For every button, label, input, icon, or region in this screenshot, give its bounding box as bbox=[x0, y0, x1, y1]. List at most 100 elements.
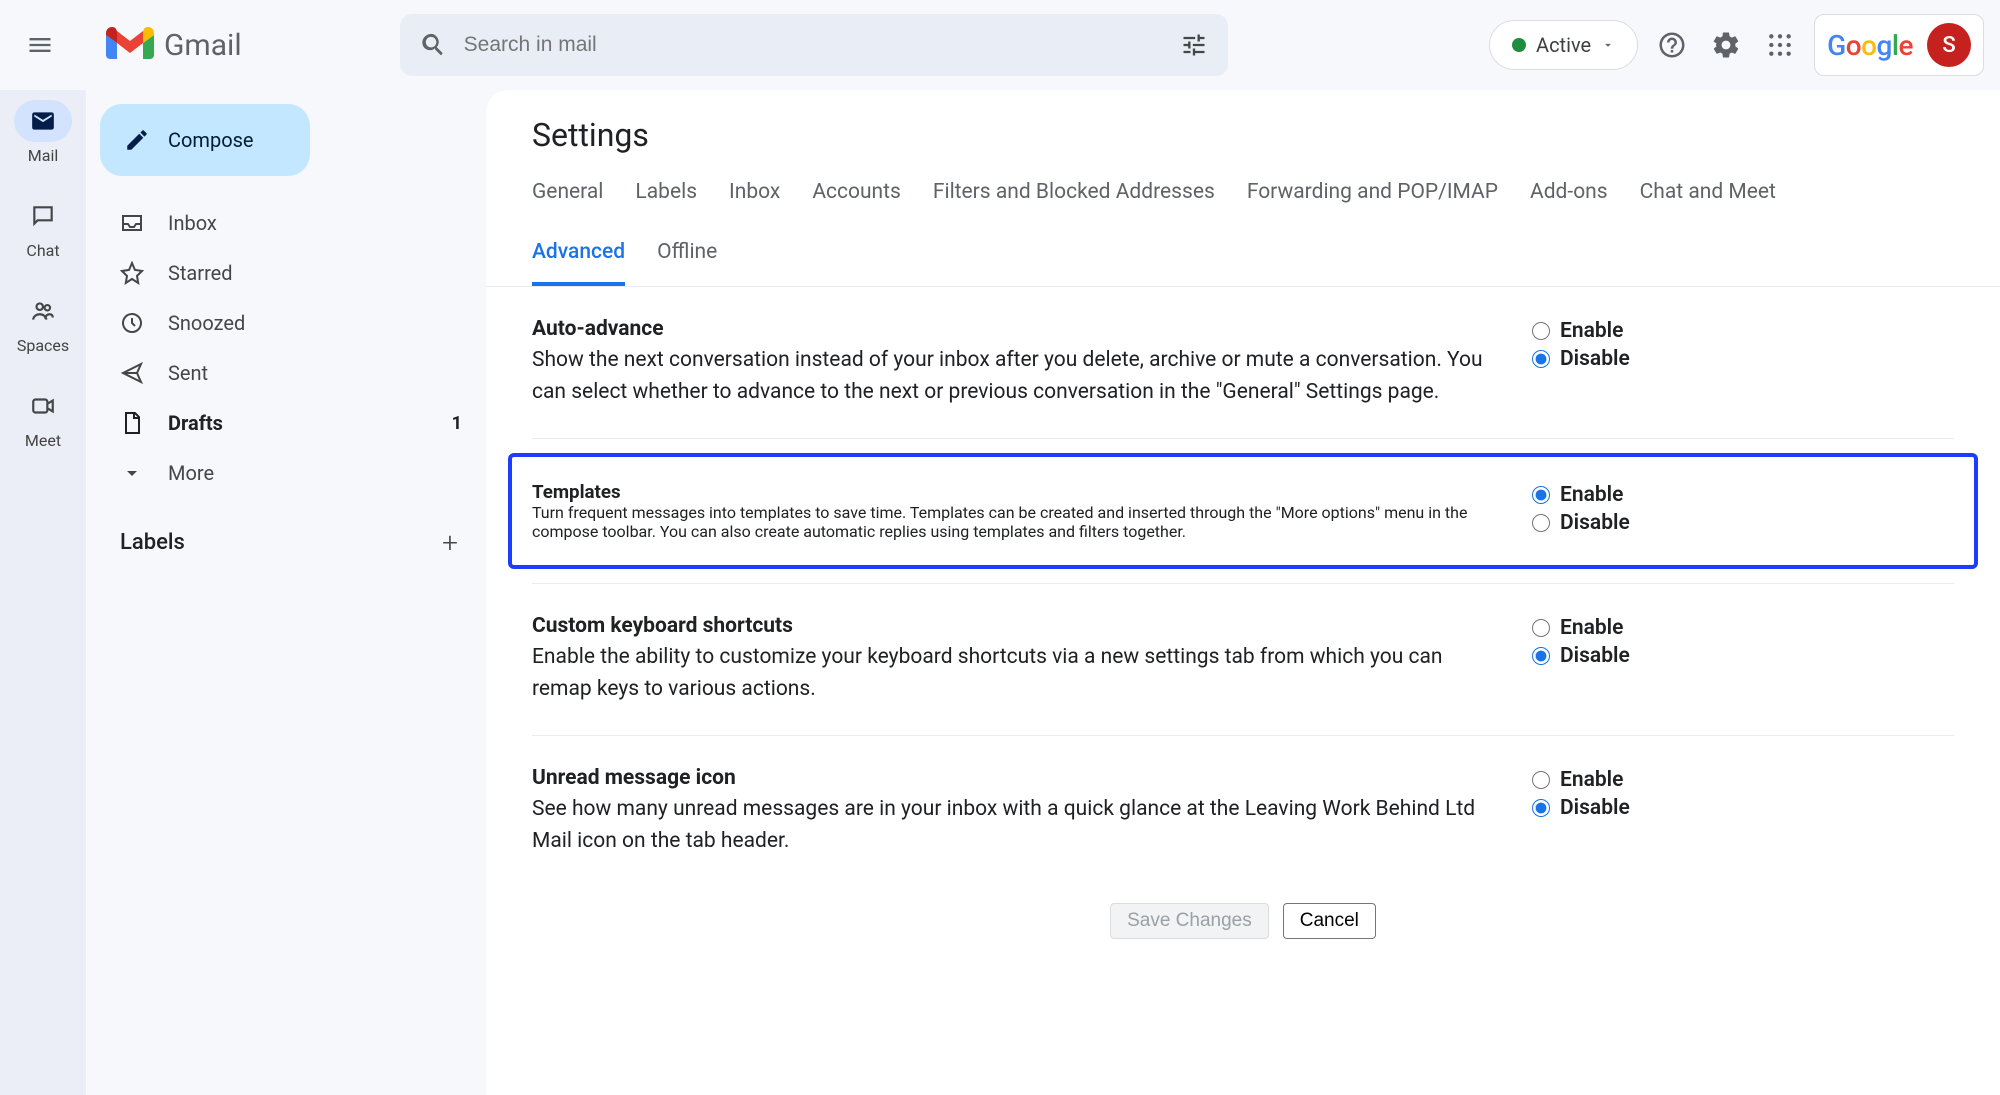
compose-label: Compose bbox=[168, 128, 254, 152]
save-button: Save Changes bbox=[1110, 903, 1269, 939]
avatar[interactable]: S bbox=[1927, 23, 1971, 67]
gmail-logo[interactable]: Gmail bbox=[106, 27, 242, 63]
page-title: Settings bbox=[532, 116, 1954, 154]
setting-unread-icon: Unread message icon See how many unread … bbox=[532, 736, 1954, 887]
rail-item-chat[interactable]: Chat bbox=[14, 195, 72, 260]
enable-option[interactable]: Enable bbox=[1532, 483, 1732, 507]
sidebar-item-starred[interactable]: Starred bbox=[100, 248, 486, 298]
nav-label: Sent bbox=[168, 361, 208, 385]
apps-button[interactable] bbox=[1760, 25, 1800, 65]
sidebar-item-more[interactable]: More bbox=[100, 448, 486, 498]
rail-label: Chat bbox=[26, 241, 59, 260]
setting-desc: Show the next conversation instead of yo… bbox=[532, 345, 1492, 408]
main-menu-button[interactable] bbox=[16, 21, 64, 69]
apps-grid-icon bbox=[1767, 32, 1793, 58]
setting-custom-shortcuts: Custom keyboard shortcuts Enable the abi… bbox=[532, 583, 1954, 736]
disable-radio[interactable] bbox=[1532, 514, 1550, 532]
settings-button[interactable] bbox=[1706, 25, 1746, 65]
cancel-button[interactable]: Cancel bbox=[1283, 903, 1376, 939]
search-icon bbox=[420, 31, 448, 59]
mail-icon bbox=[30, 108, 56, 134]
settings-tabs-row2: Advanced Offline bbox=[532, 240, 1954, 286]
enable-option[interactable]: Enable bbox=[1532, 768, 1732, 792]
setting-auto-advance: Auto-advance Show the next conversation … bbox=[532, 287, 1954, 439]
draft-icon bbox=[120, 411, 144, 435]
chat-icon bbox=[30, 203, 56, 229]
search-input[interactable] bbox=[464, 33, 1180, 57]
enable-radio[interactable] bbox=[1532, 322, 1550, 340]
status-dot-icon bbox=[1512, 38, 1526, 52]
enable-radio[interactable] bbox=[1532, 486, 1550, 504]
disable-radio[interactable] bbox=[1532, 799, 1550, 817]
tab-chat-meet[interactable]: Chat and Meet bbox=[1640, 180, 1776, 222]
rail-label: Spaces bbox=[17, 336, 69, 355]
enable-option[interactable]: Enable bbox=[1532, 319, 1732, 343]
compose-button[interactable]: Compose bbox=[100, 104, 310, 176]
meet-icon bbox=[30, 393, 56, 419]
tab-forwarding[interactable]: Forwarding and POP/IMAP bbox=[1247, 180, 1498, 222]
disable-option[interactable]: Disable bbox=[1532, 347, 1732, 371]
setting-desc: See how many unread messages are in your… bbox=[532, 794, 1492, 857]
setting-templates: Templates Turn frequent messages into te… bbox=[508, 453, 1978, 569]
setting-title: Custom keyboard shortcuts bbox=[532, 614, 1492, 638]
tab-accounts[interactable]: Accounts bbox=[812, 180, 901, 222]
sidebar-item-drafts[interactable]: Drafts 1 bbox=[100, 398, 486, 448]
pencil-icon bbox=[124, 127, 150, 153]
nav-label: Inbox bbox=[168, 211, 217, 235]
spaces-icon bbox=[30, 298, 56, 324]
disable-option[interactable]: Disable bbox=[1532, 511, 1732, 535]
header: Gmail Active Google S bbox=[0, 0, 2000, 90]
enable-radio[interactable] bbox=[1532, 619, 1550, 637]
tab-offline[interactable]: Offline bbox=[657, 240, 717, 286]
rail-item-meet[interactable]: Meet bbox=[14, 385, 72, 450]
google-account[interactable]: Google S bbox=[1814, 14, 1984, 76]
tune-icon[interactable] bbox=[1180, 31, 1208, 59]
enable-option[interactable]: Enable bbox=[1532, 616, 1732, 640]
setting-title: Auto-advance bbox=[532, 317, 1492, 341]
inbox-icon bbox=[120, 211, 144, 235]
tab-inbox[interactable]: Inbox bbox=[729, 180, 780, 222]
sidebar-item-snoozed[interactable]: Snoozed bbox=[100, 298, 486, 348]
settings-tabs-row1: General Labels Inbox Accounts Filters an… bbox=[532, 180, 1954, 222]
rail-label: Meet bbox=[25, 431, 61, 450]
setting-title: Unread message icon bbox=[532, 766, 1492, 790]
main-content: Settings General Labels Inbox Accounts F… bbox=[486, 90, 2000, 1095]
tab-labels[interactable]: Labels bbox=[635, 180, 697, 222]
hamburger-icon bbox=[26, 31, 54, 59]
labels-header: Labels + bbox=[100, 498, 486, 559]
tab-addons[interactable]: Add-ons bbox=[1530, 180, 1608, 222]
star-icon bbox=[120, 261, 144, 285]
status-label: Active bbox=[1536, 33, 1591, 57]
drafts-count: 1 bbox=[452, 413, 462, 434]
setting-title: Templates bbox=[532, 481, 1492, 503]
add-label-button[interactable]: + bbox=[442, 526, 458, 559]
setting-desc: Turn frequent messages into templates to… bbox=[532, 503, 1492, 541]
chevron-down-icon bbox=[120, 461, 144, 485]
chevron-down-icon bbox=[1601, 38, 1615, 52]
app-rail: Mail Chat Spaces Meet bbox=[0, 90, 86, 1095]
tab-general[interactable]: General bbox=[532, 180, 603, 222]
sidebar: Compose Inbox Starred Snoozed Sent Draft… bbox=[86, 90, 486, 1095]
sidebar-item-inbox[interactable]: Inbox bbox=[100, 198, 486, 248]
nav-label: Snoozed bbox=[168, 311, 245, 335]
tab-advanced[interactable]: Advanced bbox=[532, 240, 625, 286]
search-bar[interactable] bbox=[400, 14, 1228, 76]
disable-radio[interactable] bbox=[1532, 647, 1550, 665]
tab-filters[interactable]: Filters and Blocked Addresses bbox=[933, 180, 1215, 222]
support-button[interactable] bbox=[1652, 25, 1692, 65]
sidebar-item-sent[interactable]: Sent bbox=[100, 348, 486, 398]
disable-option[interactable]: Disable bbox=[1532, 796, 1732, 820]
nav-label: More bbox=[168, 461, 214, 485]
gear-icon bbox=[1711, 30, 1741, 60]
help-icon bbox=[1657, 30, 1687, 60]
status-chip[interactable]: Active bbox=[1489, 20, 1638, 70]
nav-label: Drafts bbox=[168, 411, 223, 435]
rail-item-mail[interactable]: Mail bbox=[14, 100, 72, 165]
rail-label: Mail bbox=[28, 146, 58, 165]
rail-item-spaces[interactable]: Spaces bbox=[14, 290, 72, 355]
enable-radio[interactable] bbox=[1532, 771, 1550, 789]
disable-radio[interactable] bbox=[1532, 350, 1550, 368]
send-icon bbox=[120, 361, 144, 385]
disable-option[interactable]: Disable bbox=[1532, 644, 1732, 668]
google-logo: Google bbox=[1827, 29, 1913, 62]
